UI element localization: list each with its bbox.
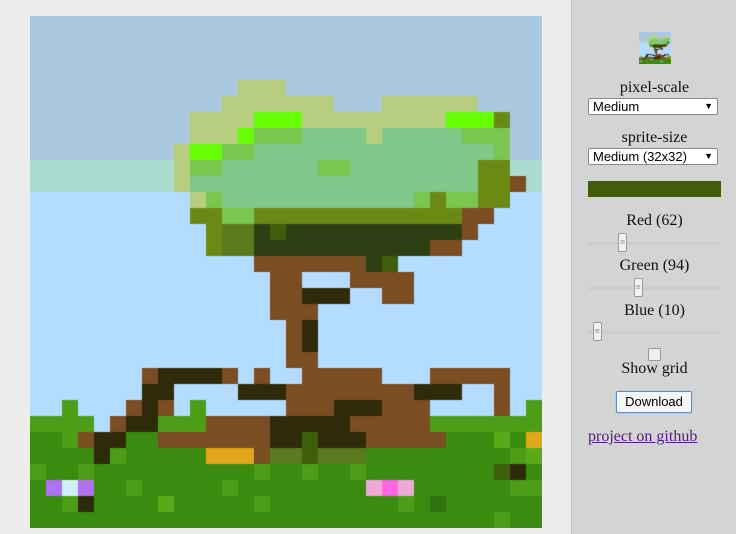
blue-label: Blue (10) [624,302,685,319]
color-swatch [588,181,721,197]
chevron-down-icon: ▼ [704,151,713,161]
red-label: Red (62) [626,212,683,229]
blue-slider-thumb[interactable]: ≡ [592,322,602,341]
blue-slider[interactable]: ≡ [588,322,721,342]
green-slider-track [588,287,721,290]
pixel-scale-select[interactable]: Medium ▼ [588,98,718,115]
sprite-size-select[interactable]: Medium (32x32) ▼ [588,148,718,165]
sidebar: pixel-scale Medium ▼ sprite-size Medium … [571,0,736,534]
show-grid-label: Show grid [621,360,688,377]
green-slider-thumb[interactable]: ≡ [633,278,643,297]
blue-slider-track [588,331,721,334]
chevron-down-icon: ▼ [704,101,713,111]
pixel-scale-label: pixel-scale [619,79,690,96]
sprite-size-value: Medium (32x32) [593,149,687,164]
green-label: Green (94) [619,257,690,274]
github-link[interactable]: project on github [588,428,697,446]
green-slider[interactable]: ≡ [588,278,721,298]
sprite-canvas-area[interactable] [30,16,542,528]
download-button[interactable]: Download [616,391,692,413]
sprite-size-label: sprite-size [621,129,688,146]
sprite-preview-icon [639,32,671,64]
sprite-canvas[interactable] [30,16,542,528]
pixel-scale-value: Medium [593,99,640,114]
red-slider-track [588,242,721,245]
red-slider-thumb[interactable]: ≡ [618,233,628,252]
red-slider[interactable]: ≡ [588,233,721,253]
